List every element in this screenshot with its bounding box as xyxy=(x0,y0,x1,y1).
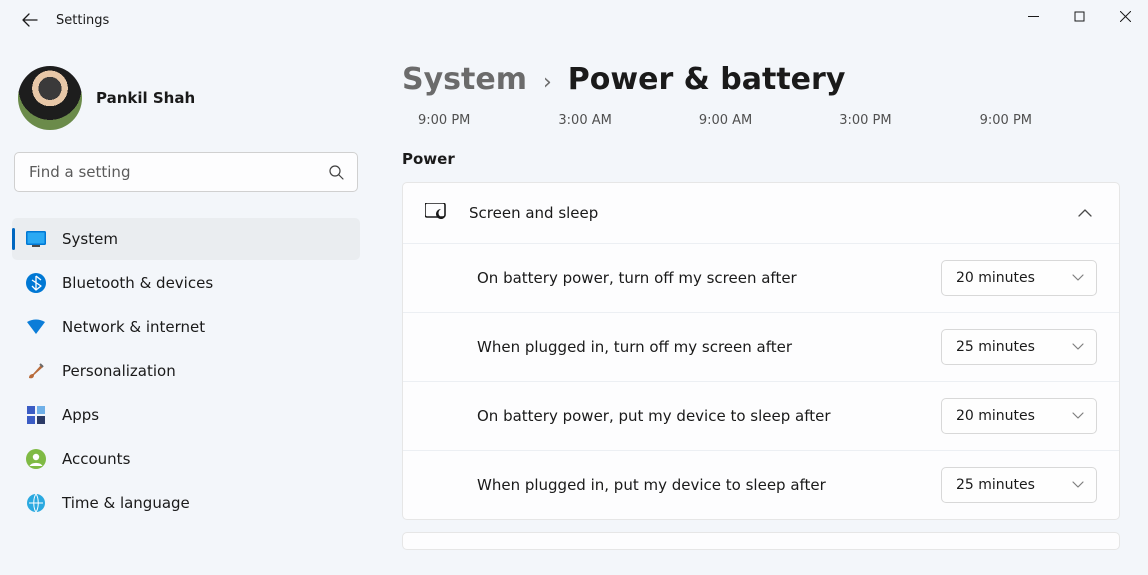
setting-label: When plugged in, put my device to sleep … xyxy=(477,476,941,494)
setting-label: On battery power, put my device to sleep… xyxy=(477,407,941,425)
maximize-icon xyxy=(1074,11,1085,22)
back-arrow-icon xyxy=(22,12,38,28)
chevron-down-icon xyxy=(1072,412,1084,420)
accounts-icon xyxy=(26,449,46,469)
battery-timeline: 9:00 PM 3:00 AM 9:00 AM 3:00 PM 9:00 PM xyxy=(402,107,1120,150)
apps-icon xyxy=(26,405,46,425)
select-value: 25 minutes xyxy=(956,477,1035,493)
select-screen-plugged[interactable]: 25 minutes xyxy=(941,329,1097,365)
search-input[interactable] xyxy=(14,152,358,192)
timeline-tick: 9:00 PM xyxy=(980,113,1120,128)
timeline-tick: 9:00 PM xyxy=(418,113,558,128)
screen-and-sleep-header[interactable]: Screen and sleep xyxy=(403,183,1119,243)
window-title: Settings xyxy=(56,13,109,28)
avatar xyxy=(18,66,82,130)
sidebar-item-label: Personalization xyxy=(62,362,176,380)
sidebar-item-system[interactable]: System xyxy=(12,218,360,260)
sidebar-item-label: Bluetooth & devices xyxy=(62,274,213,292)
close-icon xyxy=(1120,11,1131,22)
chevron-right-icon: › xyxy=(543,70,552,95)
sidebar-item-time[interactable]: Time & language xyxy=(12,482,360,524)
timeline-tick: 9:00 AM xyxy=(699,113,839,128)
setting-label: When plugged in, turn off my screen afte… xyxy=(477,338,941,356)
sidebar-item-apps[interactable]: Apps xyxy=(12,394,360,436)
system-icon xyxy=(26,229,46,249)
sidebar-nav: System Bluetooth & devices Network & int… xyxy=(12,218,360,524)
select-screen-battery[interactable]: 20 minutes xyxy=(941,260,1097,296)
sidebar-item-bluetooth[interactable]: Bluetooth & devices xyxy=(12,262,360,304)
setting-row-screen-battery: On battery power, turn off my screen aft… xyxy=(403,243,1119,312)
section-heading-power: Power xyxy=(402,150,1120,168)
select-sleep-battery[interactable]: 20 minutes xyxy=(941,398,1097,434)
sidebar-item-label: System xyxy=(62,230,118,248)
setting-label: On battery power, turn off my screen aft… xyxy=(477,269,941,287)
close-button[interactable] xyxy=(1102,0,1148,32)
minimize-icon xyxy=(1028,11,1039,22)
select-value: 20 minutes xyxy=(956,408,1035,424)
setting-row-sleep-battery: On battery power, put my device to sleep… xyxy=(403,381,1119,450)
breadcrumb-parent[interactable]: System xyxy=(402,62,527,97)
sidebar-item-network[interactable]: Network & internet xyxy=(12,306,360,348)
search-container xyxy=(14,152,358,192)
search-icon xyxy=(328,164,344,180)
sidebar-item-label: Time & language xyxy=(62,494,190,512)
screen-sleep-icon xyxy=(425,201,449,225)
card-title: Screen and sleep xyxy=(469,204,1053,222)
sidebar-item-personalization[interactable]: Personalization xyxy=(12,350,360,392)
setting-row-screen-plugged: When plugged in, turn off my screen afte… xyxy=(403,312,1119,381)
chevron-up-icon xyxy=(1073,201,1097,225)
chevron-down-icon xyxy=(1072,481,1084,489)
sidebar-item-label: Network & internet xyxy=(62,318,205,336)
screen-and-sleep-card: Screen and sleep On battery power, turn … xyxy=(402,182,1120,520)
select-sleep-plugged[interactable]: 25 minutes xyxy=(941,467,1097,503)
back-button[interactable] xyxy=(18,8,42,32)
breadcrumb: System › Power & battery xyxy=(402,62,1120,97)
page-title: Power & battery xyxy=(568,62,846,97)
sidebar-item-label: Accounts xyxy=(62,450,130,468)
user-profile[interactable]: Pankil Shah xyxy=(12,58,360,152)
timeline-tick: 3:00 PM xyxy=(839,113,979,128)
select-value: 25 minutes xyxy=(956,339,1035,355)
maximize-button[interactable] xyxy=(1056,0,1102,32)
sidebar-item-label: Apps xyxy=(62,406,99,424)
wifi-icon xyxy=(26,317,46,337)
select-value: 20 minutes xyxy=(956,270,1035,286)
minimize-button[interactable] xyxy=(1010,0,1056,32)
user-name: Pankil Shah xyxy=(96,89,195,107)
timeline-tick: 3:00 AM xyxy=(558,113,698,128)
brush-icon xyxy=(26,361,46,381)
bluetooth-icon xyxy=(26,273,46,293)
chevron-down-icon xyxy=(1072,343,1084,351)
setting-row-sleep-plugged: When plugged in, put my device to sleep … xyxy=(403,450,1119,519)
time-icon xyxy=(26,493,46,513)
chevron-down-icon xyxy=(1072,274,1084,282)
sidebar-item-accounts[interactable]: Accounts xyxy=(12,438,360,480)
next-card-peek xyxy=(402,532,1120,550)
